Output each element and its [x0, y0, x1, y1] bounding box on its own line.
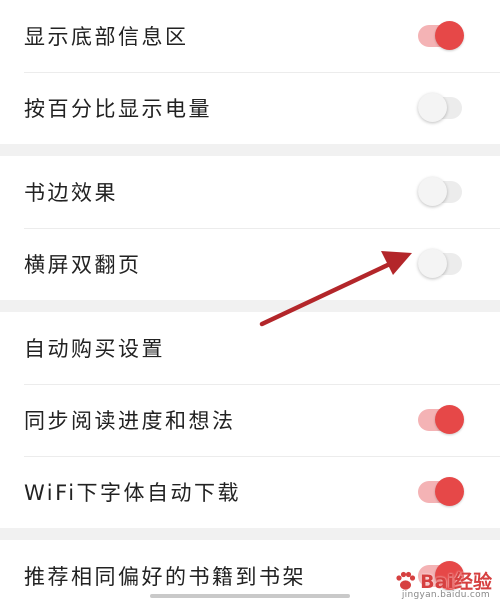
watermark-subtext: jingyan.baidu.com: [401, 590, 490, 600]
toggle-switch-landscape[interactable]: [418, 249, 462, 278]
toggle-switch[interactable]: [418, 177, 462, 206]
setting-row-wifi-font-download[interactable]: WiFi下字体自动下载: [0, 456, 500, 528]
setting-label: 显示底部信息区: [24, 25, 189, 49]
toggle-knob: [418, 177, 447, 206]
settings-group-sync: 自动购买设置 同步阅读进度和想法 WiFi下字体自动下载: [0, 312, 500, 528]
toggle-knob: [435, 21, 464, 50]
settings-group-display: 显示底部信息区 按百分比显示电量: [0, 0, 500, 144]
setting-label: 横屏双翻页: [24, 253, 142, 277]
setting-label: 按百分比显示电量: [24, 97, 212, 121]
setting-label: 书边效果: [24, 181, 118, 205]
toggle-knob: [435, 405, 464, 434]
toggle-switch[interactable]: [418, 21, 464, 50]
setting-label: 自动购买设置: [24, 337, 165, 361]
toggle-knob: [418, 249, 447, 278]
section-divider: [0, 528, 500, 540]
setting-row-book-edge[interactable]: 书边效果: [0, 156, 500, 228]
setting-label: 推荐相同偏好的书籍到书架: [24, 565, 306, 589]
home-indicator: [150, 594, 350, 598]
toggle-knob: [435, 477, 464, 506]
toggle-switch[interactable]: [418, 405, 464, 434]
settings-group-page: 书边效果 横屏双翻页: [0, 156, 500, 300]
setting-row-landscape-double-page[interactable]: 横屏双翻页: [0, 228, 500, 300]
setting-row-battery-percent[interactable]: 按百分比显示电量: [0, 72, 500, 144]
section-divider: [0, 300, 500, 312]
setting-row-sync-progress[interactable]: 同步阅读进度和想法: [0, 384, 500, 456]
setting-label: WiFi下字体自动下载: [24, 481, 242, 505]
section-divider: [0, 144, 500, 156]
settings-list: 显示底部信息区 按百分比显示电量 书边效果 横屏双翻页 自动购买设置 同步阅读进…: [0, 0, 500, 612]
toggle-switch[interactable]: [418, 93, 462, 122]
toggle-switch[interactable]: [418, 477, 464, 506]
paw-icon: [396, 571, 416, 590]
toggle-knob: [418, 93, 447, 122]
setting-row-auto-purchase[interactable]: 自动购买设置: [0, 312, 500, 384]
setting-row-bottom-info[interactable]: 显示底部信息区: [0, 0, 500, 72]
setting-label: 同步阅读进度和想法: [24, 409, 236, 433]
